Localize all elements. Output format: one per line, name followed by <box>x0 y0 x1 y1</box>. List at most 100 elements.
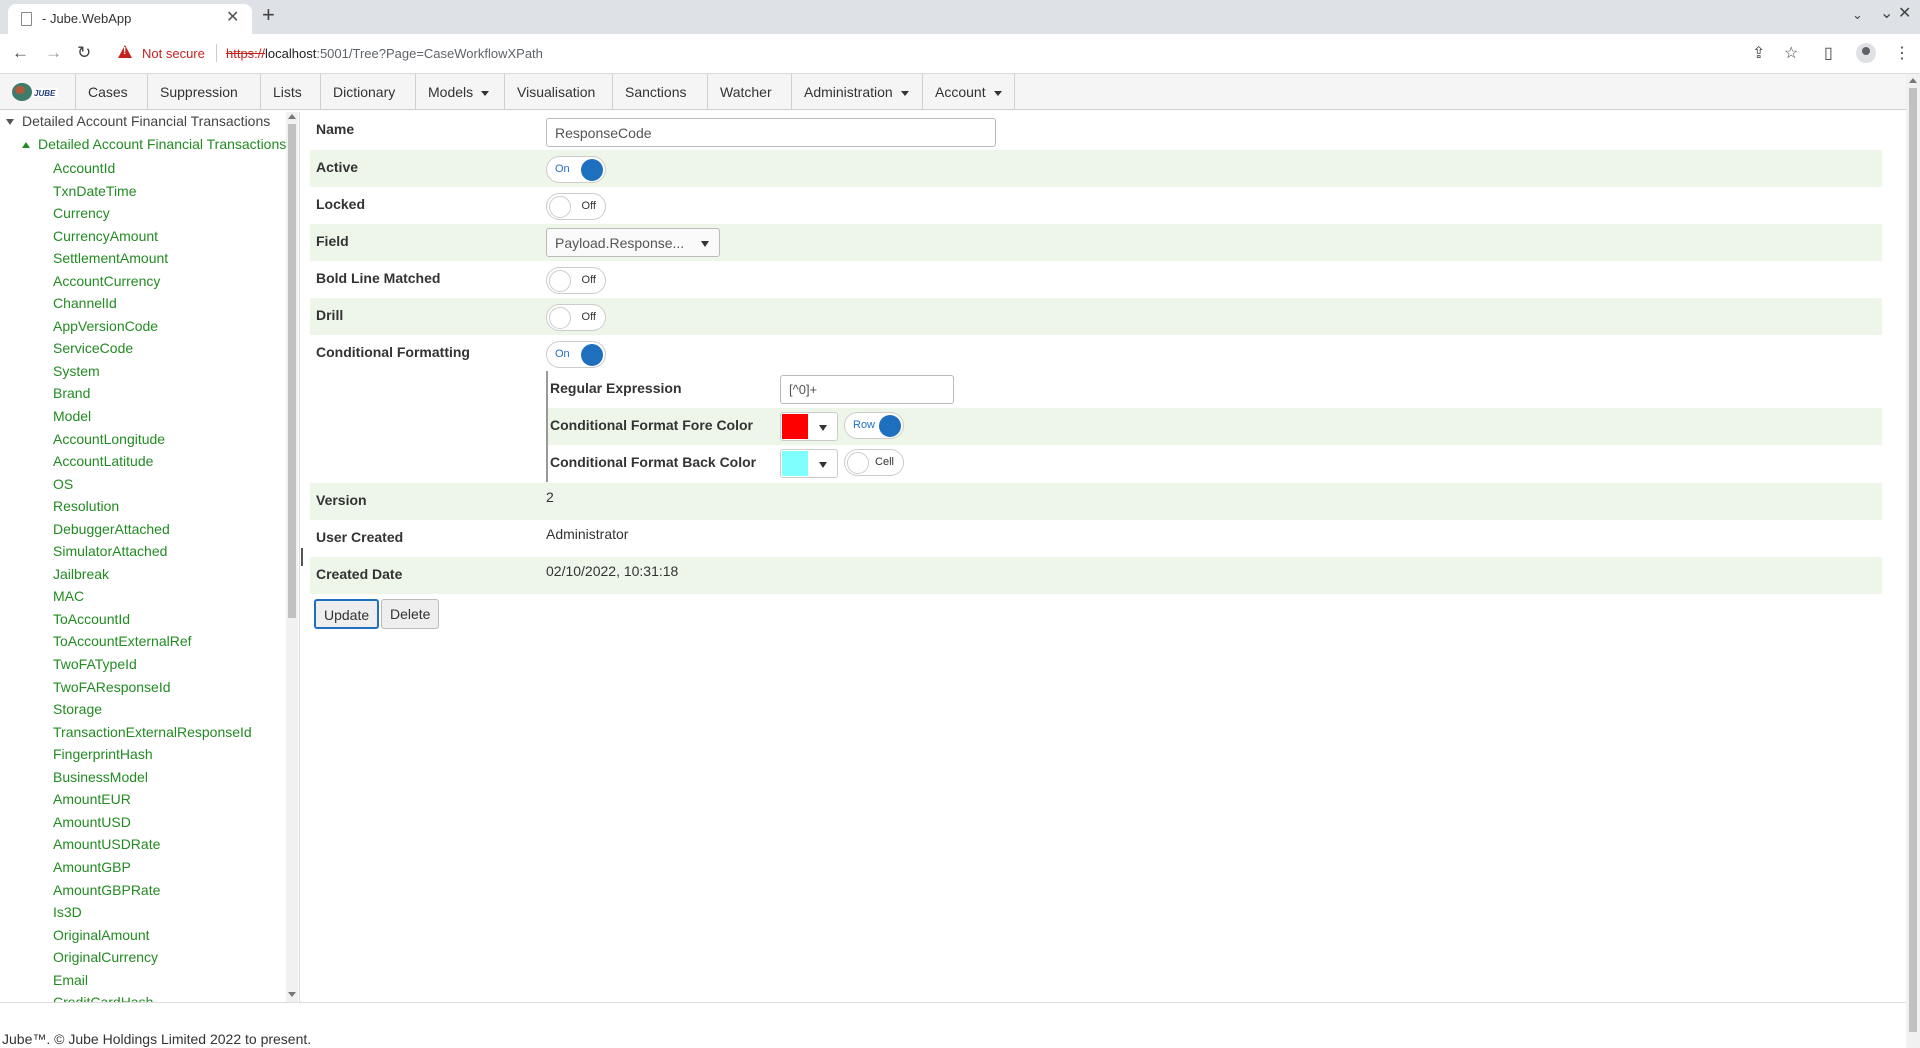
tree-item[interactable]: AmountUSDRate <box>53 833 252 856</box>
active-row: Active On <box>310 150 1882 187</box>
drill-toggle[interactable]: Off <box>546 304 606 331</box>
tree-item[interactable]: SimulatorAttached <box>53 540 252 563</box>
tree-item[interactable]: SettlementAmount <box>53 247 252 270</box>
menu-visualisation[interactable]: Visualisation <box>504 74 607 110</box>
browser-menu-icon[interactable]: ⋮ <box>1894 43 1910 63</box>
splitter-handle[interactable] <box>301 548 303 566</box>
menu-account[interactable]: Account <box>922 74 1015 110</box>
address-bar-url[interactable]: https://localhost:5001/Tree?Page=CaseWor… <box>226 46 543 61</box>
menu-watcher[interactable]: Watcher <box>707 74 784 110</box>
locked-toggle[interactable]: Off <box>546 193 606 220</box>
tree-item[interactable]: FingerprintHash <box>53 743 252 766</box>
menu-cases[interactable]: Cases <box>75 74 140 110</box>
fore-color-picker[interactable] <box>780 412 838 441</box>
tree-item[interactable]: ToAccountExternalRef <box>53 630 252 653</box>
tree-item[interactable]: Model <box>53 405 252 428</box>
menu-administration[interactable]: Administration <box>791 74 921 110</box>
tree-item[interactable]: TwoFATypeId <box>53 653 252 676</box>
tab-close-icon[interactable]: ✕ <box>226 7 239 27</box>
bold-line-row: Bold Line Matched Off <box>310 261 1882 298</box>
locked-row: Locked Off <box>310 187 1882 224</box>
page-scrollbar-thumb[interactable] <box>1909 88 1917 1032</box>
fore-row-toggle[interactable]: Row <box>844 412 904 439</box>
tree-item[interactable]: OS <box>53 473 252 496</box>
field-select[interactable]: Payload.Response... <box>546 228 720 257</box>
name-input[interactable] <box>546 118 996 147</box>
tree-item[interactable]: Resolution <box>53 495 252 518</box>
tree-item[interactable]: TxnDateTime <box>53 180 252 203</box>
tree-item[interactable]: Storage <box>53 698 252 721</box>
fore-color-swatch <box>782 414 808 439</box>
tree-item[interactable]: Currency <box>53 202 252 225</box>
browser-tab[interactable]: - Jube.WebApp ✕ <box>8 4 252 34</box>
menu-dictionary[interactable]: Dictionary <box>320 74 407 110</box>
menu-sanctions[interactable]: Sanctions <box>612 74 698 110</box>
tree-item[interactable]: TwoFAResponseId <box>53 676 252 699</box>
new-tab-icon[interactable]: + <box>262 4 275 26</box>
regex-input[interactable] <box>780 375 954 404</box>
update-button[interactable]: Update <box>314 599 380 629</box>
scroll-up-arrow-icon[interactable] <box>288 114 296 119</box>
conditional-formatting-label: Conditional Formatting <box>316 344 470 360</box>
delete-button[interactable]: Delete <box>381 599 440 629</box>
collapse-triangle-icon[interactable] <box>6 119 14 126</box>
menu-models[interactable]: Models <box>415 74 501 110</box>
active-toggle[interactable]: On <box>546 156 606 183</box>
tree-item[interactable]: ChannelId <box>53 292 252 315</box>
tree-item[interactable]: ToAccountId <box>53 608 252 631</box>
tree-item[interactable]: AccountLongitude <box>53 428 252 451</box>
tree-item[interactable]: Email <box>53 969 252 992</box>
tree-scrollbar-thumb[interactable] <box>288 124 296 618</box>
tree-item[interactable]: MAC <box>53 585 252 608</box>
not-secure-label[interactable]: Not secure <box>142 46 205 61</box>
back-color-picker[interactable] <box>780 449 838 478</box>
conditional-formatting-toggle[interactable]: On <box>546 341 606 368</box>
tree-root-node[interactable]: Detailed Account Financial Transactions <box>6 113 270 129</box>
page-scroll-up-icon[interactable] <box>1909 78 1917 83</box>
tree-item[interactable]: AccountLatitude <box>53 450 252 473</box>
tab-search-chevron-icon[interactable]: ⌄ <box>1852 7 1863 23</box>
menu-lists[interactable]: Lists <box>260 74 314 110</box>
forward-arrow-icon[interactable]: → <box>45 43 62 63</box>
tree-item[interactable]: ServiceCode <box>53 337 252 360</box>
share-icon[interactable]: ⇪ <box>1752 43 1765 63</box>
scroll-down-arrow-icon[interactable] <box>288 992 296 997</box>
back-cell-toggle[interactable]: Cell <box>844 449 904 476</box>
tree-item[interactable]: CreditCardHash <box>53 991 252 1002</box>
locked-toggle-text: Off <box>581 200 596 212</box>
tree-item[interactable]: AmountUSD <box>53 811 252 834</box>
tree-item[interactable]: DebuggerAttached <box>53 518 252 541</box>
tree-item[interactable]: OriginalCurrency <box>53 946 252 969</box>
tree-item[interactable]: OriginalAmount <box>53 924 252 947</box>
tree-item[interactable]: AccountCurrency <box>53 270 252 293</box>
window-minimize-icon[interactable]: ⌄ <box>1880 3 1893 23</box>
tree-item[interactable]: AccountId <box>53 157 252 180</box>
tree-scrollbar[interactable] <box>286 112 298 1002</box>
tree-item[interactable]: AppVersionCode <box>53 315 252 338</box>
tree-item[interactable]: TransactionExternalResponseId <box>53 721 252 744</box>
bold-line-toggle[interactable]: Off <box>546 267 606 294</box>
tree-item[interactable]: System <box>53 360 252 383</box>
reload-icon[interactable]: ↻ <box>77 43 91 63</box>
window-close-icon[interactable]: ✕ <box>1898 3 1911 23</box>
side-panel-icon[interactable]: ▯ <box>1824 43 1833 63</box>
tree-item[interactable]: AmountGBP <box>53 856 252 879</box>
tree-item[interactable]: Is3D <box>53 901 252 924</box>
tree-item[interactable]: AmountEUR <box>53 788 252 811</box>
tree-item[interactable]: AmountGBPRate <box>53 879 252 902</box>
jube-logo[interactable]: JUBE <box>10 81 60 103</box>
profile-avatar-icon[interactable] <box>1856 43 1876 63</box>
tree-item[interactable]: Jailbreak <box>53 563 252 586</box>
name-label: Name <box>316 121 355 137</box>
tree-model-node[interactable]: Detailed Account Financial Transactions <box>22 136 286 152</box>
page-scrollbar[interactable] <box>1906 74 1920 1048</box>
back-arrow-icon[interactable]: ← <box>12 43 29 63</box>
expand-triangle-icon[interactable] <box>22 142 30 149</box>
tree-item[interactable]: Brand <box>53 382 252 405</box>
panel-splitter[interactable] <box>300 530 304 566</box>
tree-item[interactable]: CurrencyAmount <box>53 225 252 248</box>
drill-label: Drill <box>316 307 344 323</box>
bookmark-star-icon[interactable]: ☆ <box>1784 43 1798 63</box>
menu-suppression[interactable]: Suppression <box>147 74 250 110</box>
tree-item[interactable]: BusinessModel <box>53 766 252 789</box>
